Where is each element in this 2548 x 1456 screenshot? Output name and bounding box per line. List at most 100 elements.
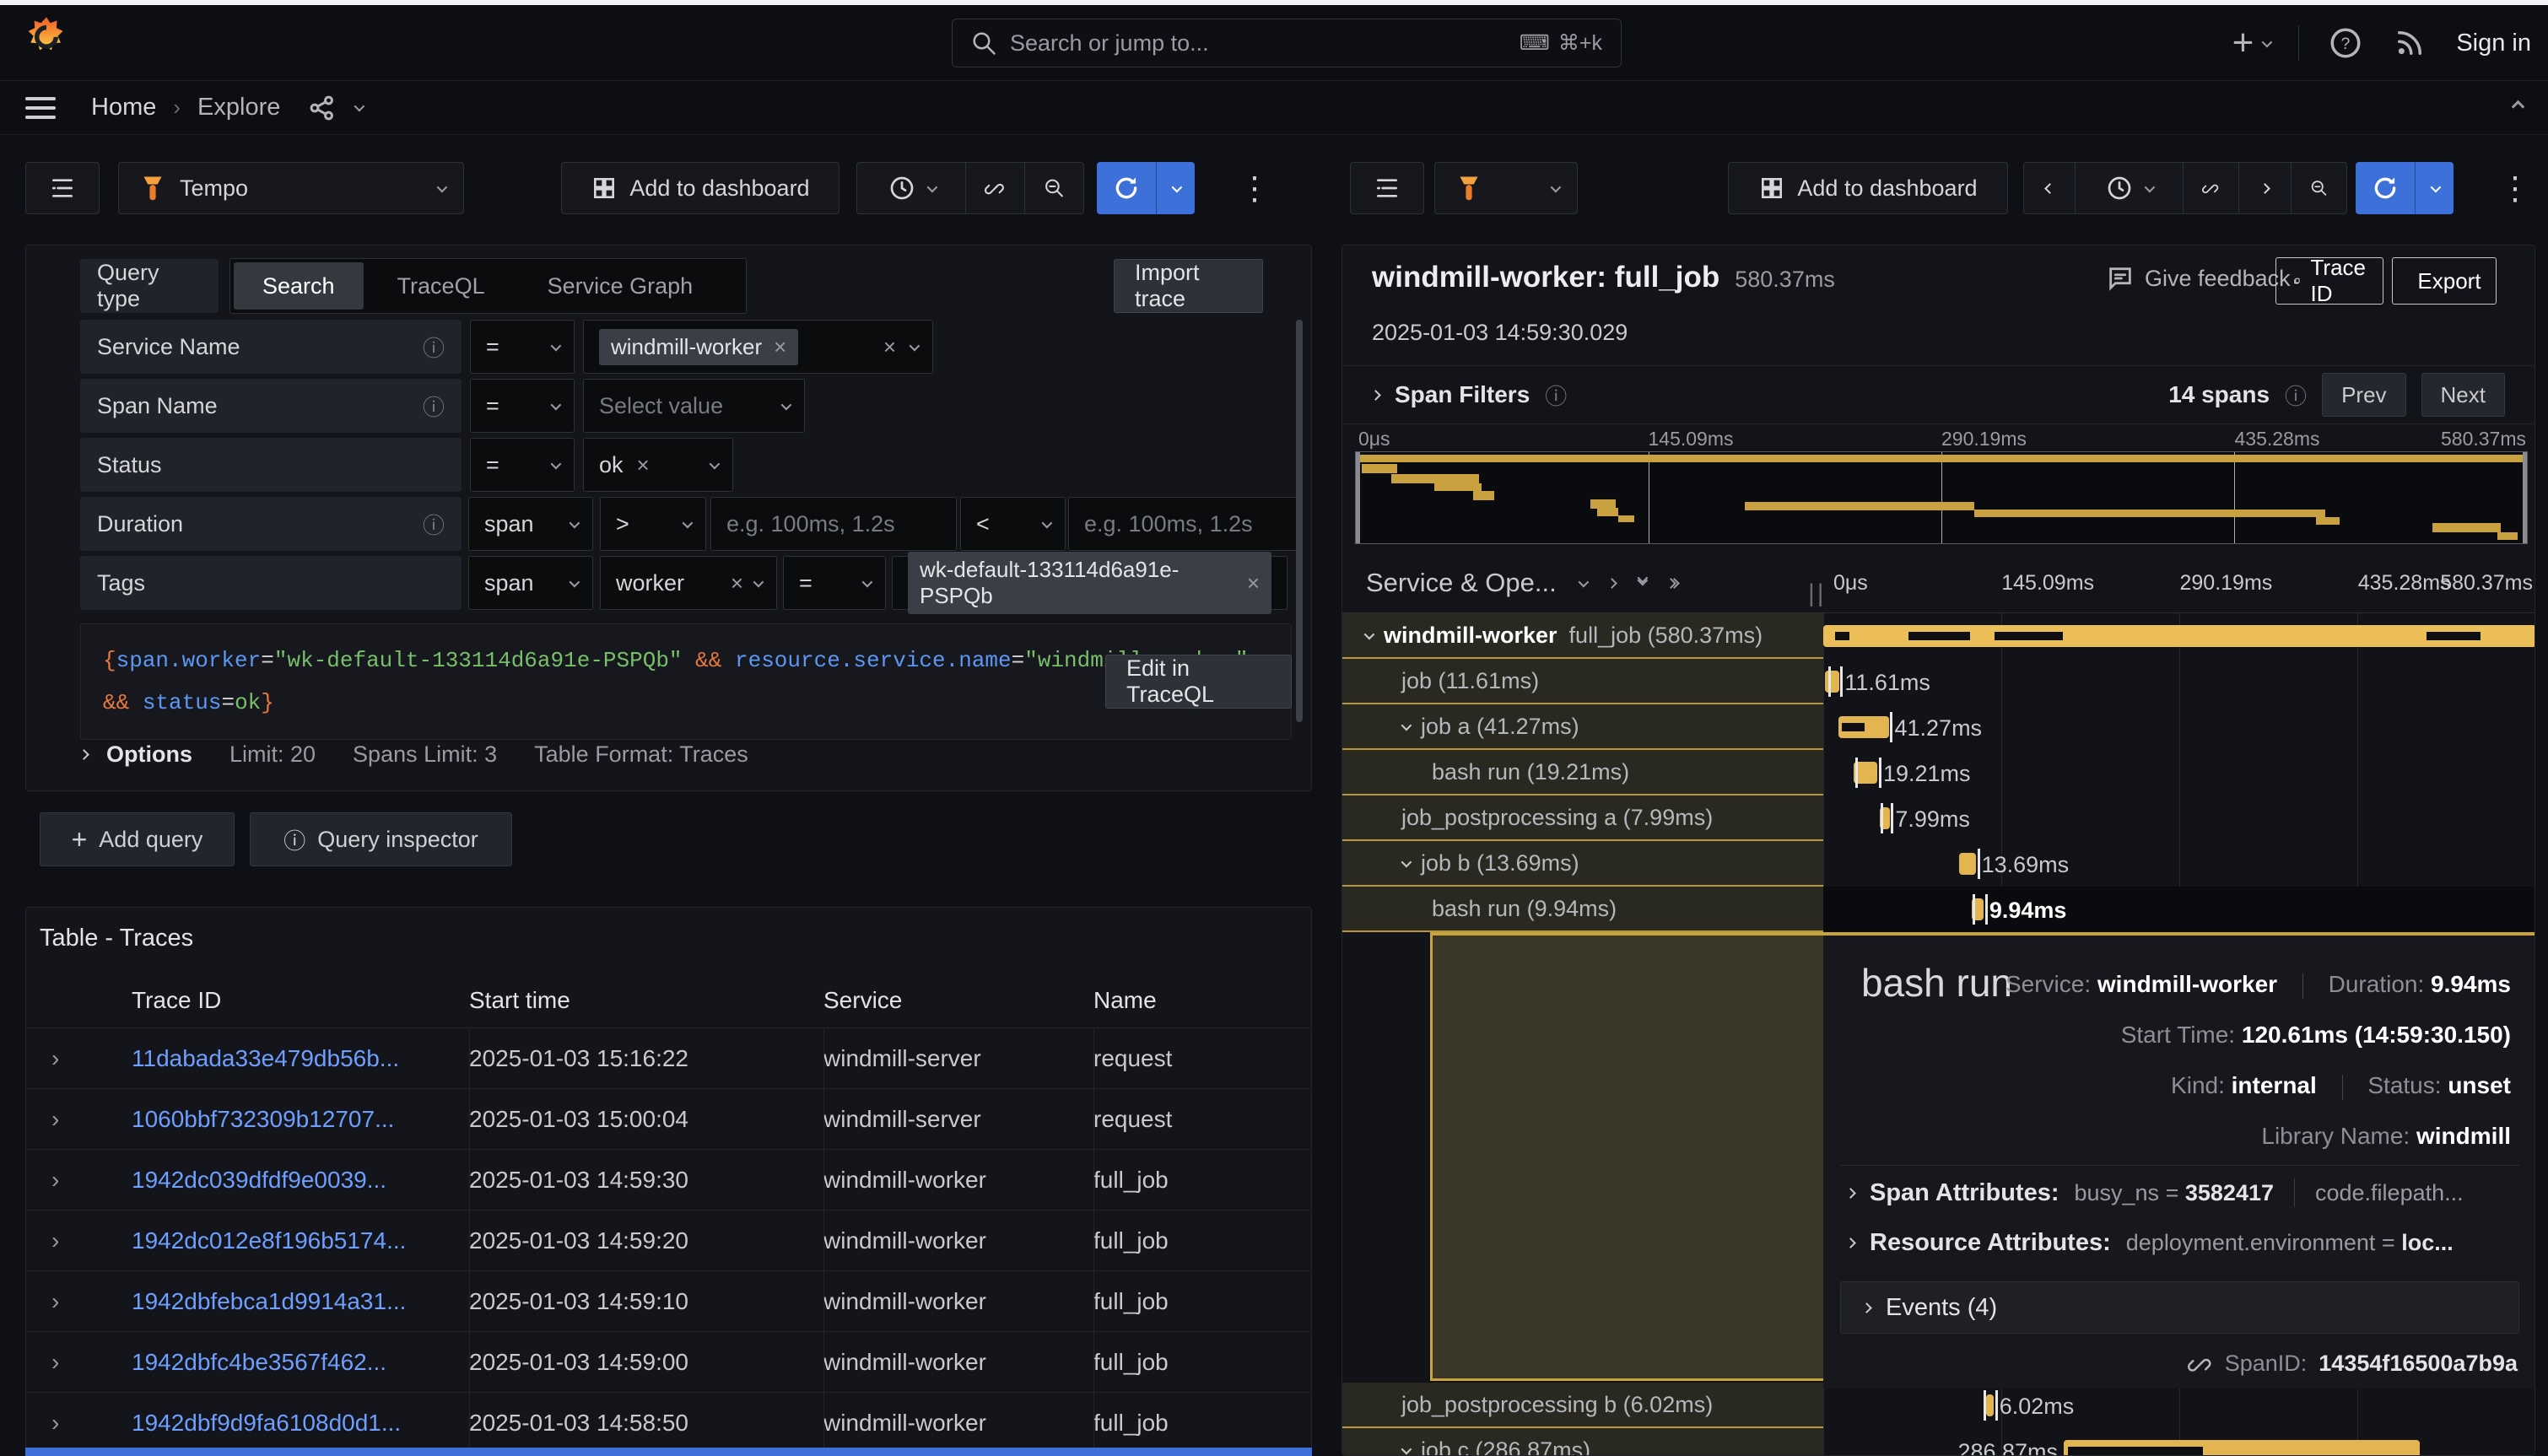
trace-id-link[interactable]: 1942dbf9d9fa6108d0d1...	[132, 1410, 469, 1437]
right-add-to-dashboard-button[interactable]: Add to dashboard	[1728, 162, 2008, 214]
span-bar[interactable]	[1825, 671, 1839, 693]
right-refresh-button[interactable]	[2356, 162, 2454, 214]
import-trace-button[interactable]: Import trace	[1114, 259, 1263, 313]
trace-id-link[interactable]: 1942dbfc4be3567f462...	[132, 1349, 469, 1376]
chevron-down-icon[interactable]	[1401, 856, 1412, 867]
minimap-right-handle[interactable]	[2523, 452, 2527, 543]
span-timeline-cell[interactable]: 11.61ms	[1823, 659, 2535, 704]
tab-service-graph[interactable]: Service Graph	[519, 262, 722, 310]
span-timeline-cell[interactable]: 13.69ms	[1823, 841, 2535, 887]
chevron-down-icon[interactable]	[354, 101, 365, 112]
trace-id-link[interactable]: 1060bbf732309b12707...	[132, 1106, 469, 1133]
trace-id-button[interactable]: Trace ID	[2275, 257, 2383, 305]
zoom-out-button[interactable]	[2292, 162, 2347, 214]
breadcrumb-explore[interactable]: Explore	[197, 94, 280, 121]
time-back-button[interactable]	[2023, 162, 2076, 214]
table-row[interactable]: ›1060bbf732309b12707...2025-01-03 15:00:…	[26, 1088, 1311, 1149]
chevron-down-icon[interactable]	[1364, 628, 1375, 639]
query-inspector-button[interactable]: ⓘQuery inspector	[250, 812, 512, 866]
duration-op-lt[interactable]: <	[960, 497, 1066, 551]
span-name-cell[interactable]: bash run (19.21ms)	[1342, 750, 1823, 795]
duration-min-input[interactable]: e.g. 100ms, 1.2s	[710, 497, 957, 551]
options-toggle[interactable]: Options	[80, 741, 192, 768]
left-add-to-dashboard-button[interactable]: Add to dashboard	[561, 162, 839, 214]
span-filters-label[interactable]: Span Filters	[1395, 381, 1530, 408]
minimap-left-handle[interactable]	[1356, 452, 1360, 543]
right-panel-kebab-icon[interactable]: ⋮	[2499, 173, 2531, 205]
trace-id-link[interactable]: 11dabada33e479db56b...	[132, 1045, 469, 1072]
trace-id-link[interactable]: 1942dbfebca1d9914a31...	[132, 1288, 469, 1315]
remove-chip-icon[interactable]: ×	[774, 334, 786, 360]
duration-max-input[interactable]: e.g. 100ms, 1.2s	[1068, 497, 1300, 551]
right-datasource-picker[interactable]	[1434, 162, 1578, 214]
breadcrumb-home[interactable]: Home	[91, 94, 156, 121]
chevron-down-icon[interactable]	[1578, 576, 1589, 587]
span-name-cell[interactable]: job c (286.87ms)	[1342, 1428, 1823, 1456]
span-attributes-row[interactable]: Span Attributes: busy_ns = 3582417 code.…	[1847, 1178, 2519, 1207]
span-timeline-cell[interactable]: 6.02ms	[1823, 1383, 2535, 1428]
table-row[interactable]: ›1942dbfebca1d9914a31...2025-01-03 14:59…	[26, 1270, 1311, 1331]
col-service[interactable]: Service	[823, 987, 1093, 1014]
events-toggle[interactable]: Events (4)	[1840, 1281, 2519, 1334]
collapse-up-icon[interactable]	[2513, 100, 2523, 116]
news-rss-icon[interactable]	[2392, 25, 2427, 61]
span-name-cell[interactable]: job a (41.27ms)	[1342, 704, 1823, 750]
span-timeline-cell[interactable]	[1823, 613, 2535, 659]
service-operation-column[interactable]: Service & Ope...	[1366, 568, 1557, 598]
remove-chip-icon[interactable]: ×	[1247, 570, 1260, 596]
remove-chip-icon[interactable]: ×	[637, 452, 650, 478]
tags-scope[interactable]: span	[468, 556, 593, 610]
span-row[interactable]: job (11.61ms)11.61ms	[1342, 659, 2535, 704]
span-row[interactable]: windmill-workerfull_job (580.37ms)	[1342, 613, 2535, 659]
tags-value-chip[interactable]: wk-default-133114d6a91e-PSPQb×	[908, 552, 1271, 614]
row-expand-icon[interactable]: ›	[51, 1106, 132, 1133]
sign-in-button[interactable]: Sign in	[2456, 30, 2531, 57]
expand-icon[interactable]	[1370, 390, 1381, 401]
row-expand-icon[interactable]: ›	[51, 1167, 132, 1194]
col-start-time[interactable]: Start time	[469, 987, 823, 1014]
duration-op-gt[interactable]: >	[600, 497, 706, 551]
row-expand-icon[interactable]: ›	[51, 1288, 132, 1315]
span-name-cell[interactable]: windmill-workerfull_job (580.37ms)	[1342, 613, 1823, 659]
row-expand-icon[interactable]: ›	[51, 1045, 132, 1072]
link-split-button[interactable]	[2184, 162, 2239, 214]
span-name-value[interactable]: Select value	[583, 379, 805, 433]
right-outline-button[interactable]	[1350, 162, 1424, 214]
span-row[interactable]: job a (41.27ms)41.27ms	[1342, 704, 2535, 750]
left-panel-kebab-icon[interactable]: ⋮	[1239, 173, 1271, 205]
table-row[interactable]: ›11dabada33e479db56b...2025-01-03 15:16:…	[26, 1027, 1311, 1088]
left-refresh-button[interactable]	[1097, 162, 1195, 214]
zoom-out-button[interactable]	[1025, 162, 1084, 214]
add-query-button[interactable]: +Add query	[40, 812, 235, 866]
expand-all-icon[interactable]	[1667, 580, 1678, 587]
left-outline-button[interactable]	[25, 162, 100, 214]
edit-in-traceql-button[interactable]: Edit in TraceQL	[1105, 655, 1292, 709]
chevron-down-icon[interactable]	[1401, 720, 1412, 731]
scrollbar[interactable]	[1296, 320, 1303, 722]
export-button[interactable]: Export	[2392, 257, 2497, 305]
refresh-interval-dropdown[interactable]	[2415, 162, 2454, 214]
time-forward-button[interactable]	[2239, 162, 2292, 214]
refresh-interval-dropdown[interactable]	[1156, 162, 1195, 214]
share-icon[interactable]	[307, 93, 337, 123]
table-row[interactable]: ›1942dc012e8f196b5174...2025-01-03 14:59…	[26, 1210, 1311, 1270]
span-row[interactable]: job b (13.69ms)13.69ms	[1342, 841, 2535, 887]
trace-id-link[interactable]: 1942dc012e8f196b5174...	[132, 1227, 469, 1254]
panel-title[interactable]: Table - Traces	[40, 925, 193, 952]
tags-value[interactable]: wk-default-133114d6a91e-PSPQb×	[892, 556, 1287, 610]
collapse-one-icon[interactable]	[1606, 578, 1617, 589]
span-timeline-cell[interactable]: 19.21ms	[1823, 750, 2535, 795]
new-menu-button[interactable]: +	[2232, 22, 2270, 64]
span-name-cell[interactable]: job (11.61ms)	[1342, 659, 1823, 704]
collapse-all-icon[interactable]	[1638, 580, 1645, 585]
span-timeline-cell[interactable]: 41.27ms	[1823, 704, 2535, 750]
time-picker-button[interactable]	[856, 162, 966, 214]
span-name-cell[interactable]: bash run (9.94ms)	[1342, 887, 1823, 932]
service-name-operator[interactable]: =	[470, 320, 575, 374]
tab-search[interactable]: Search	[234, 262, 364, 310]
span-row[interactable]: bash run (9.94ms)9.94ms	[1342, 887, 2535, 932]
trace-minimap[interactable]	[1355, 451, 2528, 544]
time-picker-button[interactable]	[2076, 162, 2184, 214]
span-name-cell[interactable]: job b (13.69ms)	[1342, 841, 1823, 887]
service-name-value[interactable]: windmill-worker× ×	[583, 320, 933, 374]
